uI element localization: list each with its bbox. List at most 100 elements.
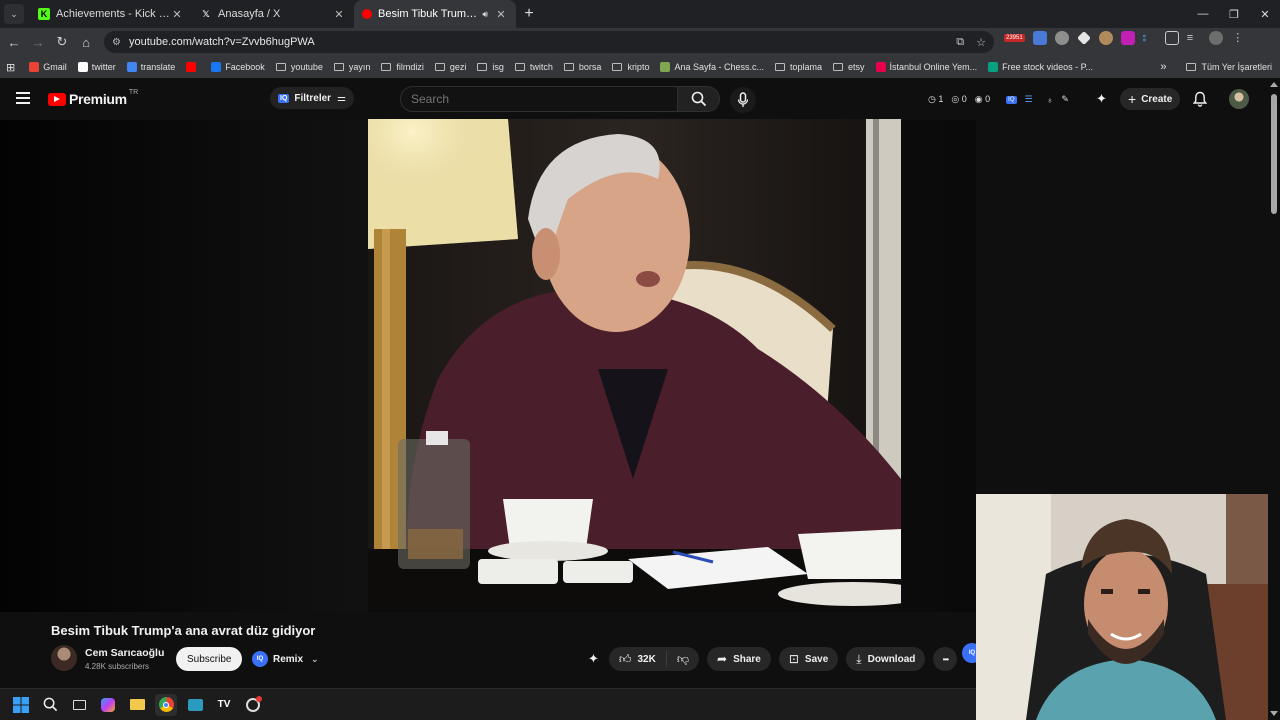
reading-list-icon[interactable]: ≡	[1187, 31, 1201, 45]
bookmark-folder[interactable]: filmdizi	[381, 62, 424, 72]
bookmark-folder[interactable]: kripto	[612, 62, 649, 72]
obs-icon[interactable]	[242, 694, 264, 716]
translate-ext-icon[interactable]	[1032, 31, 1047, 45]
sparkle-icon[interactable]: ✦	[588, 651, 599, 667]
home-icon[interactable]: ⌂	[74, 30, 98, 54]
copilot-icon[interactable]	[97, 694, 119, 716]
chrome-icon[interactable]	[155, 693, 177, 716]
search-input[interactable]	[411, 92, 651, 106]
chevron-down-icon[interactable]: ⌄	[311, 654, 319, 665]
ext-cookie-icon[interactable]	[1098, 31, 1113, 45]
bookmark-folder[interactable]: gezi	[434, 62, 466, 72]
bookmark-item[interactable]	[186, 62, 200, 72]
voice-search-button[interactable]	[730, 87, 756, 113]
tradingview-icon[interactable]: TV	[213, 694, 235, 716]
taskbar-search-icon[interactable]	[39, 694, 61, 716]
bookmark-folder[interactable]: youtube	[275, 62, 323, 72]
page-scrollbar[interactable]	[1268, 78, 1280, 720]
folder-icon	[477, 63, 488, 71]
bookmark-item[interactable]: Gmail	[29, 62, 67, 72]
bookmark-folder[interactable]: etsy	[833, 62, 865, 72]
speaker-icon[interactable]: 🔊︎	[482, 9, 488, 20]
notifications-bell-icon[interactable]	[1193, 91, 1207, 107]
subscribe-button[interactable]: Subscribe	[176, 647, 243, 671]
scroll-up-icon[interactable]	[1270, 82, 1278, 87]
like-button[interactable]: 👍︎ 32K	[609, 651, 667, 667]
task-view-icon[interactable]	[68, 694, 90, 716]
bookmark-item[interactable]: Free stock videos - P...	[988, 62, 1093, 72]
reload-icon[interactable]: ↻	[50, 30, 74, 54]
youtube-premium-logo[interactable]: Premium TR	[48, 89, 138, 107]
scroll-down-icon[interactable]	[1270, 711, 1278, 716]
share-button[interactable]: ➦ Share	[707, 647, 771, 671]
bookmark-folder[interactable]: isg	[477, 62, 504, 72]
ext-diamond-icon[interactable]	[1076, 31, 1091, 45]
more-actions-button[interactable]: •••	[933, 647, 958, 671]
bookmark-label: translate	[140, 62, 176, 72]
apps-icon[interactable]: ⊞	[6, 61, 15, 74]
site-info-icon[interactable]: ⚙	[112, 37, 121, 48]
terminal-app-icon[interactable]	[184, 694, 206, 716]
video-frame[interactable]	[368, 119, 901, 612]
like-count: 32K	[637, 653, 656, 665]
bookmark-folder[interactable]: yayın	[333, 62, 370, 72]
bookmark-item[interactable]: İstanbul Online Yem...	[875, 62, 977, 72]
address-bar[interactable]: ⚙ youtube.com/watch?v=Zvvb6hugPWA ⧉ ☆	[104, 31, 994, 53]
extension-stats: ◷ 1 ◎ 0 ◉ 0 IQ ☰ ♁ ✎	[928, 94, 1069, 105]
close-icon[interactable]: ✕	[332, 8, 346, 21]
bookmarks-overflow-button[interactable]: »	[1160, 61, 1166, 73]
bookmark-folder[interactable]: borsa	[563, 62, 601, 72]
bookmark-item[interactable]: twitter	[77, 62, 116, 72]
close-icon[interactable]: ✕	[170, 8, 184, 21]
tab-kick-dashboard[interactable]: K Achievements - Kick Dashboard ✕	[30, 0, 192, 28]
sparkle-icon[interactable]: ✦	[1096, 91, 1107, 107]
channel-avatar[interactable]	[51, 645, 77, 671]
forward-icon[interactable]: →	[26, 30, 50, 54]
tab-x-home[interactable]: 𝕏 Anasayfa / X ✕	[192, 0, 354, 28]
ext-grey-icon[interactable]	[1054, 31, 1069, 45]
bookmark-item[interactable]: Ana Sayfa - Chess.c...	[660, 62, 764, 72]
file-explorer-icon[interactable]	[126, 694, 148, 716]
bookmark-folder[interactable]: toplama	[775, 62, 822, 72]
tab-search-button[interactable]: ⌄	[4, 4, 24, 24]
edit-icon[interactable]: ✎	[1061, 94, 1069, 105]
trophy-icon[interactable]: ♁	[1047, 95, 1054, 105]
filters-button[interactable]: IQ Filtreler ⚌	[270, 87, 355, 109]
search-button[interactable]	[678, 86, 720, 112]
url-text[interactable]: youtube.com/watch?v=Zvvb6hugPWA	[129, 36, 315, 48]
install-app-icon[interactable]: ⧉	[956, 36, 964, 49]
new-tab-button[interactable]: +	[516, 5, 542, 23]
bookmark-folder[interactable]: twitch	[514, 62, 553, 72]
save-button[interactable]: ⊡ Save	[778, 647, 839, 671]
channel-name[interactable]: Cem Sarıcaoğlu	[85, 647, 164, 659]
video-title: Besim Tibuk Trump'a ana avrat düz gidiyo…	[51, 623, 316, 638]
bookmark-star-icon[interactable]: ☆	[976, 36, 986, 49]
download-button[interactable]: ⤓ Download	[846, 647, 926, 671]
bookmark-item[interactable]: translate	[126, 62, 176, 72]
extension-badge[interactable]: 23951	[1004, 34, 1025, 42]
account-avatar[interactable]	[1229, 89, 1249, 109]
bookmark-item[interactable]: Facebook	[211, 62, 265, 72]
remix-button[interactable]: IQ Remix ⌄	[252, 648, 319, 670]
extensions-puzzle-icon[interactable]	[1164, 31, 1179, 45]
scrollbar-thumb[interactable]	[1271, 94, 1277, 214]
tab-youtube-video[interactable]: Besim Tibuk Trump'a ana avrat düz gidiyo…	[354, 0, 516, 28]
menu-icon[interactable]	[16, 92, 30, 104]
ext-purple-icon[interactable]	[1120, 31, 1135, 45]
restore-icon[interactable]: ❐	[1219, 0, 1249, 28]
back-icon[interactable]: ←	[2, 30, 26, 54]
create-button[interactable]: + Create	[1120, 88, 1181, 110]
iq-extension-icon[interactable]: IQ	[1006, 95, 1017, 104]
minimize-icon[interactable]: —	[1188, 0, 1218, 28]
close-window-icon[interactable]: ✕	[1250, 0, 1280, 28]
ext-audio-icon[interactable]: ⦂	[1143, 31, 1157, 45]
all-bookmarks-folder[interactable]: Tüm Yer İşaretleri	[1186, 62, 1272, 72]
profile-avatar-icon[interactable]	[1208, 31, 1223, 45]
tab-title: Achievements - Kick Dashboard	[56, 8, 170, 20]
windows-start-icon[interactable]	[10, 694, 32, 716]
close-icon[interactable]: ✕	[494, 8, 508, 21]
menu-kebab-icon[interactable]: ⋮	[1231, 31, 1245, 45]
list-icon[interactable]: ☰	[1025, 94, 1033, 105]
dislike-button[interactable]: 👎︎	[667, 652, 699, 667]
chess-icon	[660, 62, 671, 72]
